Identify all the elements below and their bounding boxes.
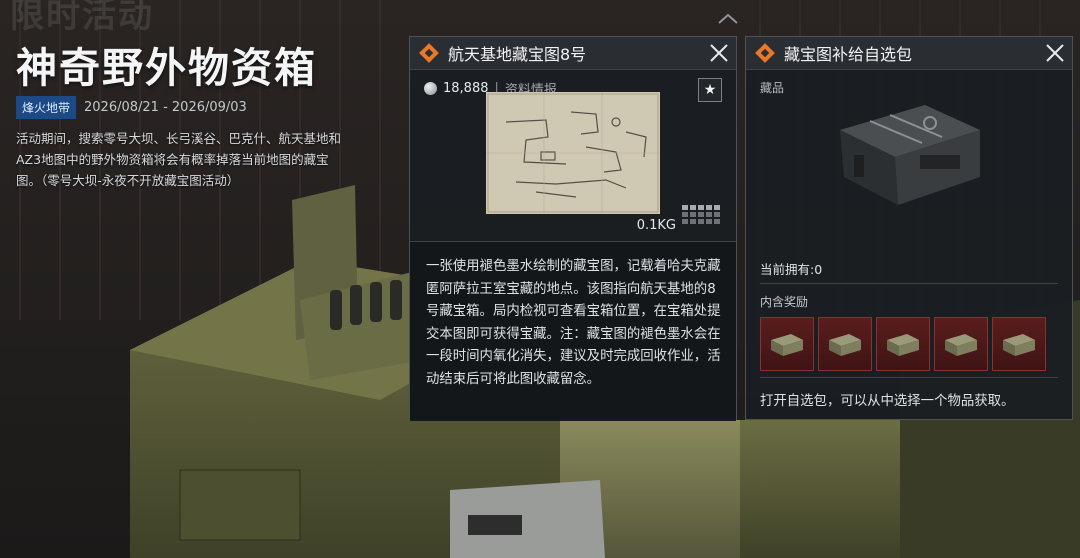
reward-slot[interactable]	[992, 317, 1046, 371]
rewards-label: 内含奖励	[760, 295, 809, 309]
event-title: 神奇野外物资箱	[16, 44, 317, 92]
treasure-map-panel: 航天基地藏宝图8号 18,888 | 资料情报 ★ 0.1KG 一张使用褪色墨水…	[409, 36, 737, 421]
panel-title: 航天基地藏宝图8号	[448, 45, 587, 64]
section-label: 藏品	[760, 81, 785, 95]
reward-slot[interactable]	[760, 317, 814, 371]
description-area: 一张使用褪色墨水绘制的藏宝图，记载着哈夫克藏匿阿萨拉王室宝藏的地点。该图指向航天…	[410, 241, 736, 421]
panel-header: 航天基地藏宝图8号	[410, 37, 736, 70]
event-date: 2026/08/21 - 2026/09/03	[84, 100, 247, 115]
owned-count: 当前拥有:0	[760, 262, 823, 277]
pack-footer-text: 打开自选包，可以从中选择一个物品获取。	[760, 394, 1015, 409]
crate-icon	[829, 334, 861, 356]
game-logo-icon	[755, 43, 775, 63]
game-logo-icon	[419, 43, 439, 63]
item-weight: 0.1KG	[636, 218, 676, 233]
close-button[interactable]	[702, 37, 736, 70]
price-value: 18,888	[443, 81, 489, 96]
reward-slot[interactable]	[818, 317, 872, 371]
favorite-button[interactable]: ★	[698, 78, 722, 102]
close-icon	[710, 44, 728, 62]
coin-icon	[424, 82, 437, 95]
star-icon: ★	[703, 82, 717, 98]
size-grid-icon	[682, 205, 720, 224]
reward-slot[interactable]	[934, 317, 988, 371]
divider	[760, 283, 1058, 284]
panel-header: 藏宝图补给自选包	[746, 37, 1072, 70]
supply-crate-image	[840, 105, 980, 205]
crate-icon	[945, 334, 977, 356]
reward-slot[interactable]	[876, 317, 930, 371]
panel-title: 藏宝图补给自选包	[784, 45, 913, 64]
crate-icon	[771, 334, 803, 356]
close-icon	[1046, 44, 1064, 62]
crate-icon	[1003, 334, 1035, 356]
event-description: 活动期间，搜索零号大坝、长弓溪谷、巴克什、航天基地和AZ3地图中的野外物资箱将会…	[16, 131, 342, 188]
treasure-map-image	[486, 92, 660, 214]
event-tag: 烽火地带	[16, 96, 77, 119]
chevron-up-icon[interactable]	[716, 12, 740, 26]
item-description: 一张使用褪色墨水绘制的藏宝图，记载着哈夫克藏匿阿萨拉王室宝藏的地点。该图指向航天…	[426, 259, 721, 387]
crate-icon	[887, 334, 919, 356]
supply-pack-panel: 藏宝图补给自选包 藏品 当前拥有:0 内含奖励 打开自选包，可以从中选择一个物品…	[745, 36, 1073, 420]
divider	[760, 377, 1058, 378]
event-title-watermark: 限时活动	[10, 0, 154, 36]
close-button[interactable]	[1038, 37, 1072, 70]
rewards-list	[760, 317, 1046, 371]
event-meta: 烽火地带 2026/08/21 - 2026/09/03	[16, 96, 247, 119]
